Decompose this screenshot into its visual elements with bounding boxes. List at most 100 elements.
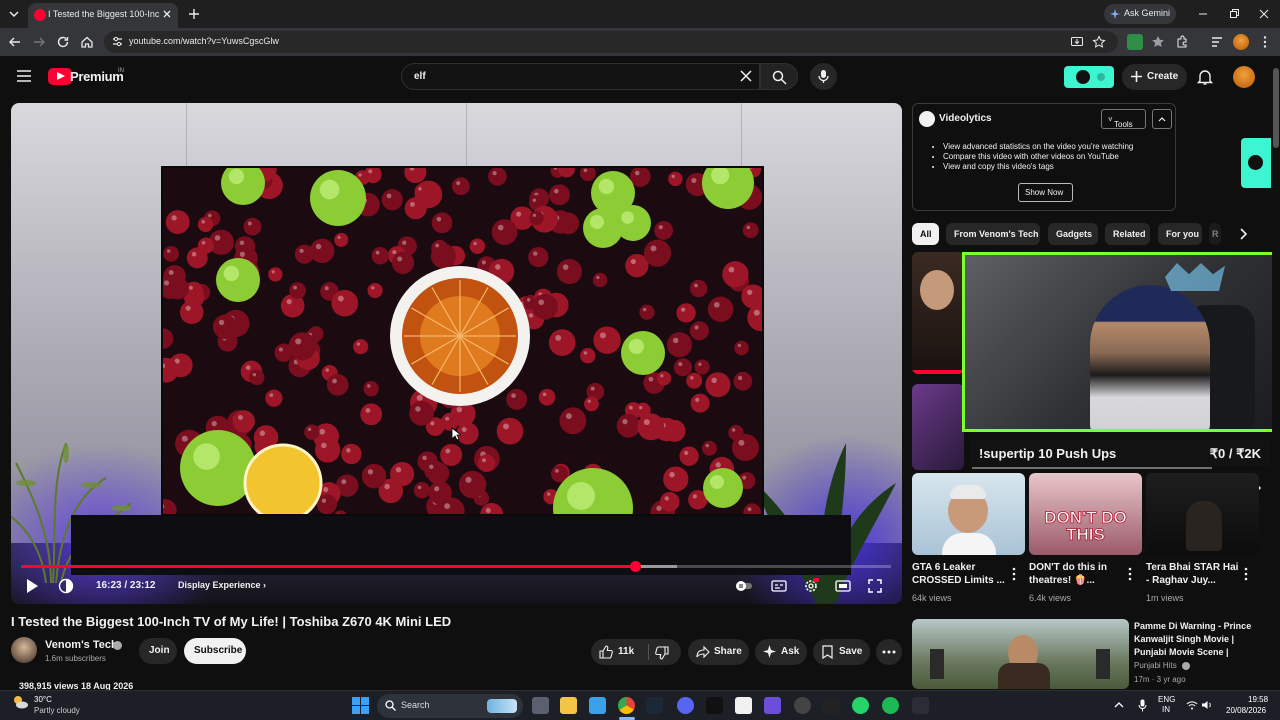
rec-thumbnail-theatres[interactable]: DON'T DO THIS <box>1029 473 1142 555</box>
share-button[interactable]: Share <box>688 639 749 665</box>
progress-bar[interactable] <box>21 561 891 572</box>
app-grid-icon[interactable] <box>764 697 781 714</box>
videolytics-extension-button[interactable] <box>1064 66 1114 88</box>
weather-description[interactable]: Partly cloudy <box>34 706 80 715</box>
rec-thumbnail-2[interactable] <box>912 384 964 470</box>
videolytics-side-tab[interactable] <box>1241 138 1271 188</box>
clock-time[interactable]: 19:58 <box>1248 695 1268 704</box>
save-button[interactable]: Save <box>813 639 870 665</box>
reading-list-icon[interactable] <box>1209 34 1225 50</box>
browser-tab-youtube[interactable]: I Tested the Biggest 100-Inch TV of My L… <box>28 3 178 28</box>
like-count[interactable]: 11k <box>618 646 634 657</box>
settings-gear-icon[interactable] <box>803 578 819 594</box>
chrome-menu-icon[interactable] <box>1257 34 1273 50</box>
file-explorer-icon[interactable] <box>560 697 577 714</box>
close-tab-icon[interactable] <box>160 7 174 21</box>
rec-title[interactable]: Tera Bhai STAR Hai - Raghav Juy... <box>1146 561 1242 587</box>
dislike-thumb-icon[interactable] <box>655 646 669 660</box>
steam-icon[interactable] <box>646 697 663 714</box>
rec-list-title[interactable]: Pamme Di Warning - Prince Kanwaljit Sing… <box>1134 620 1262 659</box>
kebab-menu-icon[interactable] <box>1241 567 1251 581</box>
minimize-icon[interactable] <box>1195 6 1211 22</box>
forward-arrow-icon[interactable] <box>31 34 47 50</box>
more-actions-button[interactable] <box>876 639 902 665</box>
terminal-icon[interactable] <box>706 697 723 714</box>
rec-title[interactable]: DON'T do this in theatres! 🍿... <box>1029 561 1125 587</box>
rec-thumbnail-1[interactable] <box>912 252 964 374</box>
tools-dropdown[interactable]: Tools ˅ <box>1101 109 1146 129</box>
home-icon[interactable] <box>79 34 95 50</box>
capcut-icon[interactable] <box>735 697 752 714</box>
task-view-icon[interactable] <box>532 697 549 714</box>
collapse-panel-button[interactable] <box>1152 109 1172 129</box>
chips-next-arrow-icon[interactable] <box>1236 227 1250 241</box>
volume-icon[interactable] <box>58 578 74 594</box>
theater-mode-icon[interactable] <box>835 579 851 593</box>
hamburger-menu-icon[interactable] <box>16 69 32 83</box>
rec-thumbnail-tera-bhai[interactable] <box>1146 473 1259 555</box>
language-line2[interactable]: IN <box>1162 705 1170 714</box>
rec-list-channel[interactable]: Punjabi Hits <box>1134 661 1177 670</box>
bookmark-star-icon[interactable] <box>1092 35 1106 49</box>
rec-title[interactable]: GTA 6 Leaker CROSSED Limits ... <box>912 561 1008 587</box>
youtube-premium-wordmark[interactable]: Premium <box>70 69 124 84</box>
rec-thumbnail-gta[interactable] <box>912 473 1025 555</box>
notifications-bell-icon[interactable] <box>1196 68 1214 86</box>
ask-button[interactable]: Ask <box>755 639 807 665</box>
subscribe-button[interactable]: Subscribe <box>184 638 246 664</box>
new-tab-icon[interactable] <box>186 6 202 22</box>
channel-name[interactable]: Venom's Tech <box>45 639 118 651</box>
reload-icon[interactable] <box>55 34 71 50</box>
search-button[interactable] <box>760 63 798 90</box>
show-now-button[interactable]: Show Now <box>1018 183 1073 202</box>
weather-temperature[interactable]: 30°C <box>34 695 52 704</box>
clear-search-icon[interactable] <box>739 69 753 83</box>
tray-microphone-icon[interactable] <box>1138 699 1147 712</box>
video-player[interactable]: 16:23 / 23:12 Display Experience › <box>11 103 902 604</box>
captions-icon[interactable] <box>771 579 787 593</box>
back-arrow-icon[interactable] <box>7 34 23 50</box>
page-scrollbar[interactable] <box>1272 56 1280 690</box>
scrollbar-thumb[interactable] <box>1273 68 1279 148</box>
display-experience-link[interactable]: Display Experience › <box>178 580 266 590</box>
chip-for-you[interactable]: For you <box>1158 223 1202 245</box>
join-button[interactable]: Join <box>139 638 177 664</box>
chip-all[interactable]: All <box>912 223 939 245</box>
kebab-menu-icon[interactable] <box>1009 567 1019 581</box>
search-input[interactable]: elf <box>401 63 760 90</box>
extensions-puzzle-icon[interactable] <box>1174 34 1190 50</box>
play-icon[interactable] <box>25 578 39 594</box>
ask-gemini-button[interactable]: Ask Gemini <box>1104 4 1176 24</box>
partly-cloudy-icon[interactable] <box>12 695 28 709</box>
extension-green-icon[interactable] <box>1127 34 1143 50</box>
taskbar-search[interactable]: Search <box>377 694 523 718</box>
chip-related[interactable]: Related <box>1105 223 1150 245</box>
speaker-icon[interactable] <box>1201 700 1213 710</box>
profile-avatar[interactable] <box>1233 34 1249 50</box>
obs-icon[interactable] <box>794 697 811 714</box>
extension-star-icon[interactable] <box>1150 34 1166 50</box>
like-thumb-icon[interactable] <box>599 645 613 659</box>
site-info-icon[interactable] <box>111 35 124 48</box>
clock-date[interactable]: 20/08/2026 <box>1226 706 1266 715</box>
fullscreen-icon[interactable] <box>867 578 883 594</box>
rec-list-thumbnail[interactable] <box>912 619 1129 689</box>
discord-icon[interactable] <box>677 697 694 714</box>
language-line1[interactable]: ENG <box>1158 695 1175 704</box>
account-avatar[interactable] <box>1233 66 1255 88</box>
chip-gadgets[interactable]: Gadgets <box>1048 223 1098 245</box>
address-bar[interactable]: youtube.com/watch?v=YuwsCgscGlw <box>104 31 1118 53</box>
tab-search-chevron-icon[interactable] <box>6 6 22 22</box>
close-window-icon[interactable] <box>1256 6 1272 22</box>
install-app-icon[interactable] <box>1070 35 1084 49</box>
notepad-icon[interactable] <box>589 697 606 714</box>
chip-from-channel[interactable]: From Venom's Tech <box>946 223 1040 245</box>
music-app-icon[interactable] <box>823 697 840 714</box>
channel-avatar[interactable] <box>11 637 37 663</box>
chip-more[interactable]: R <box>1209 223 1221 245</box>
kebab-menu-icon[interactable] <box>1125 567 1135 581</box>
windows-start-icon[interactable] <box>352 697 369 714</box>
voice-search-button[interactable] <box>810 63 837 90</box>
autoplay-toggle-icon[interactable] <box>736 579 752 593</box>
youtube-logo-icon[interactable] <box>48 68 72 85</box>
